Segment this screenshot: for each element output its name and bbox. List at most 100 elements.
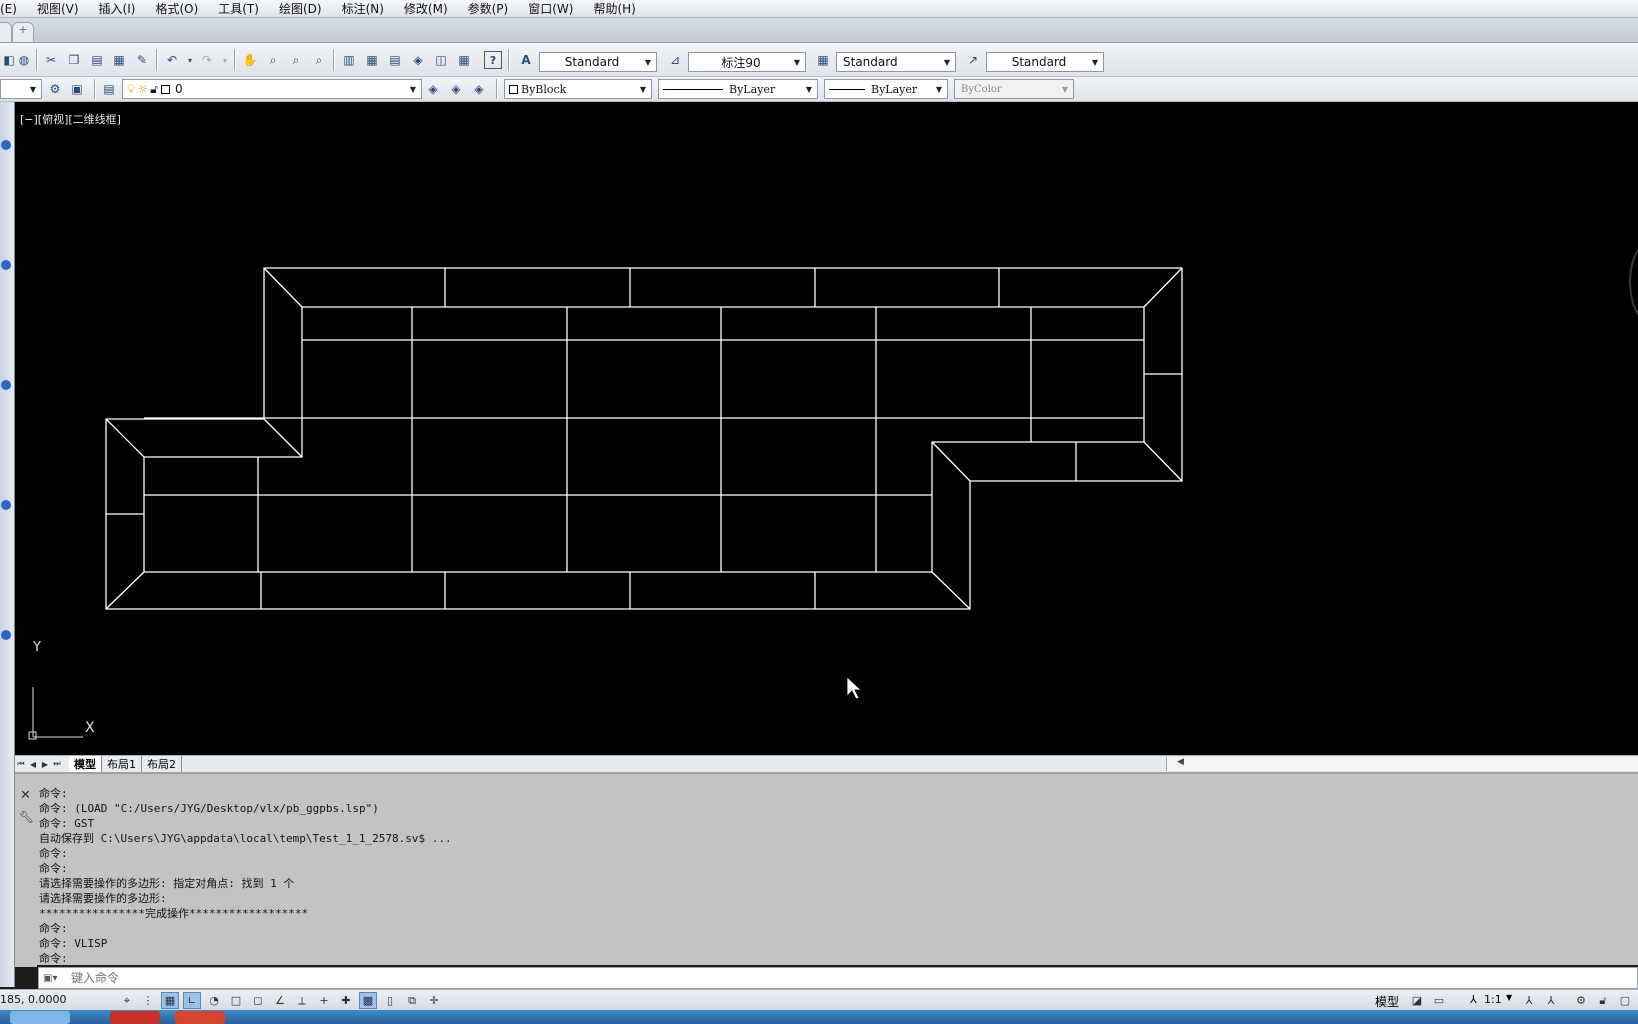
dynamic-ucs-icon[interactable]: ⟂ bbox=[293, 992, 311, 1009]
undo-icon[interactable]: ↶ bbox=[163, 51, 181, 69]
help-icon[interactable]: ? bbox=[484, 51, 502, 69]
table-style-icon[interactable]: ▦ bbox=[814, 51, 832, 69]
dim-style-select[interactable]: 标注90 ▼ bbox=[688, 52, 806, 72]
match-properties-icon[interactable]: ✎ bbox=[133, 51, 151, 69]
make-current-layer-icon[interactable]: ◈ bbox=[424, 80, 442, 98]
horizontal-scrollbar[interactable]: ◀ bbox=[1166, 757, 1638, 771]
mouse-cursor bbox=[846, 676, 863, 700]
linetype-select[interactable]: ByLayer ▼ bbox=[658, 79, 818, 99]
close-icon[interactable]: ✕ bbox=[20, 788, 31, 803]
layer-properties-icon[interactable]: ▤ bbox=[100, 80, 118, 98]
chevron-down-icon[interactable]: ▾ bbox=[216, 51, 234, 69]
quick-view-drawings-icon[interactable]: ▭ bbox=[1430, 992, 1448, 1009]
multileader-style-icon[interactable]: ↗ bbox=[964, 51, 982, 69]
menu-item[interactable]: 修改(M) bbox=[394, 0, 458, 17]
sheet-set-icon[interactable]: ◈ bbox=[409, 51, 427, 69]
command-input[interactable] bbox=[69, 970, 1637, 986]
gear-icon[interactable]: ⚙ bbox=[46, 80, 64, 98]
annotation-scale-icon[interactable]: ⅄ bbox=[1470, 993, 1477, 1006]
file-tab[interactable] bbox=[0, 22, 12, 42]
3d-object-snap-icon[interactable]: ◻ bbox=[249, 992, 267, 1009]
quick-properties-icon[interactable]: ▯ bbox=[381, 992, 399, 1009]
prev-tab-icon[interactable]: ◀ bbox=[27, 758, 39, 770]
auto-scale-icon[interactable]: ⅄ bbox=[1542, 992, 1560, 1009]
object-snap-tracking-icon[interactable]: ∠ bbox=[271, 992, 289, 1009]
object-snap-icon[interactable]: □ bbox=[227, 992, 245, 1009]
tab-layout2[interactable]: 布局2 bbox=[142, 756, 182, 772]
plotstyle-select[interactable]: ByColor ▼ bbox=[954, 79, 1074, 99]
pan-icon[interactable]: ✋ bbox=[241, 51, 259, 69]
design-center-icon[interactable]: ▦ bbox=[363, 51, 381, 69]
copy-icon[interactable]: ❐ bbox=[65, 51, 83, 69]
globe-icon[interactable]: ◍ bbox=[15, 51, 33, 69]
new-tab-button[interactable]: + bbox=[12, 22, 34, 42]
color-select[interactable]: ByBlock ▼ bbox=[504, 79, 652, 99]
menu-item[interactable]: 格式(O) bbox=[145, 0, 208, 17]
model-space-button[interactable]: 模型 bbox=[1375, 993, 1399, 1010]
lineweight-icon[interactable]: ✚ bbox=[337, 992, 355, 1009]
annotation-scale-value[interactable]: 1:1 bbox=[1484, 993, 1502, 1006]
annotation-monitor-icon[interactable]: ✛ bbox=[425, 992, 443, 1009]
menu-item[interactable]: 工具(T) bbox=[208, 0, 269, 17]
menu-item[interactable]: 帮助(H) bbox=[583, 0, 645, 17]
command-input-bar[interactable]: ▣▾ bbox=[38, 967, 1638, 989]
snap-mode-icon[interactable]: ⋮ bbox=[139, 992, 157, 1009]
wrench-icon[interactable]: 🔧︎ bbox=[19, 810, 34, 824]
quick-view-layouts-icon[interactable]: ◪ bbox=[1408, 992, 1426, 1009]
text-style-select[interactable]: Standard ▼ bbox=[539, 52, 657, 72]
copy-block-icon[interactable]: ▦ bbox=[110, 51, 128, 69]
menu-item[interactable]: 视图(V) bbox=[27, 0, 89, 17]
zoom-realtime-icon[interactable]: ⌕ bbox=[264, 51, 282, 69]
calculator-icon[interactable]: ▦ bbox=[455, 51, 473, 69]
zoom-window-icon[interactable]: ⌕ bbox=[287, 51, 305, 69]
command-prompt-icon[interactable]: ▣▾ bbox=[43, 970, 69, 986]
command-window-handle[interactable]: ✕ 🔧︎ bbox=[15, 774, 37, 967]
multileader-style-select[interactable]: Standard ▼ bbox=[986, 52, 1104, 72]
dim-style-icon[interactable]: ⊿ bbox=[666, 51, 684, 69]
workspace-select[interactable]: ▼ bbox=[0, 79, 42, 99]
lineweight-select[interactable]: ByLayer ▼ bbox=[824, 79, 948, 99]
clean-screen-icon[interactable]: ▢ bbox=[1616, 992, 1634, 1009]
taskbar-item[interactable] bbox=[10, 1011, 70, 1024]
layer-select[interactable]: 💡︎ ☼ 🔓︎ 0 ▼ bbox=[122, 79, 422, 99]
taskbar-item[interactable] bbox=[175, 1011, 225, 1024]
menu-item[interactable]: (E) bbox=[0, 2, 27, 16]
workspace-switching-icon[interactable]: ⚙ bbox=[1572, 992, 1590, 1009]
selection-cycling-icon[interactable]: ⧉ bbox=[403, 992, 421, 1009]
polar-tracking-icon[interactable]: ◔ bbox=[205, 992, 223, 1009]
menu-item[interactable]: 绘图(D) bbox=[269, 0, 332, 17]
annotation-visibility-icon[interactable]: ⅄ bbox=[1520, 992, 1538, 1009]
redo-icon[interactable]: ↷ bbox=[198, 51, 216, 69]
workspace-icon[interactable]: ▣ bbox=[68, 80, 86, 98]
paste-icon[interactable]: ▤ bbox=[88, 51, 106, 69]
menu-item[interactable]: 参数(P) bbox=[458, 0, 519, 17]
tool-palette-strip[interactable] bbox=[0, 102, 15, 987]
dynamic-input-icon[interactable]: + bbox=[315, 992, 333, 1009]
infer-constraints-icon[interactable]: ⌖ bbox=[118, 992, 136, 1009]
transparency-icon[interactable]: ▩ bbox=[359, 992, 377, 1009]
next-tab-icon[interactable]: ▶ bbox=[39, 758, 51, 770]
layer-previous-icon[interactable]: ◈ bbox=[447, 80, 465, 98]
chevron-down-icon[interactable]: ▾ bbox=[181, 51, 199, 69]
taskbar-item[interactable] bbox=[110, 1011, 160, 1024]
tab-model[interactable]: 模型 bbox=[69, 756, 102, 772]
layer-state-icon[interactable]: ◈ bbox=[470, 80, 488, 98]
ortho-mode-icon[interactable]: ∟ bbox=[183, 992, 201, 1009]
chevron-down-icon[interactable]: ▼ bbox=[1506, 993, 1512, 1002]
table-style-select[interactable]: Standard ▼ bbox=[836, 52, 956, 72]
drawing-canvas[interactable]: [−][俯视][二维线框] 西 bbox=[15, 102, 1638, 755]
zoom-previous-icon[interactable]: ⌕ bbox=[310, 51, 328, 69]
grid-display-icon[interactable]: ▦ bbox=[161, 992, 179, 1009]
first-tab-icon[interactable]: ⏮ bbox=[15, 758, 27, 770]
cut-icon[interactable]: ✂ bbox=[42, 51, 60, 69]
menu-item[interactable]: 标注(N) bbox=[332, 0, 394, 17]
markup-icon[interactable]: ◫ bbox=[432, 51, 450, 69]
tool-palettes-icon[interactable]: ▤ bbox=[386, 51, 404, 69]
menu-item[interactable]: 窗口(W) bbox=[518, 0, 583, 17]
menu-item[interactable]: 插入(I) bbox=[89, 0, 146, 17]
last-tab-icon[interactable]: ⏭ bbox=[51, 758, 63, 770]
tab-layout1[interactable]: 布局1 bbox=[102, 756, 142, 772]
properties-icon[interactable]: ▥ bbox=[340, 51, 358, 69]
lock-icon[interactable]: 🔓︎ bbox=[1594, 992, 1612, 1009]
text-style-icon[interactable]: A bbox=[517, 51, 535, 69]
